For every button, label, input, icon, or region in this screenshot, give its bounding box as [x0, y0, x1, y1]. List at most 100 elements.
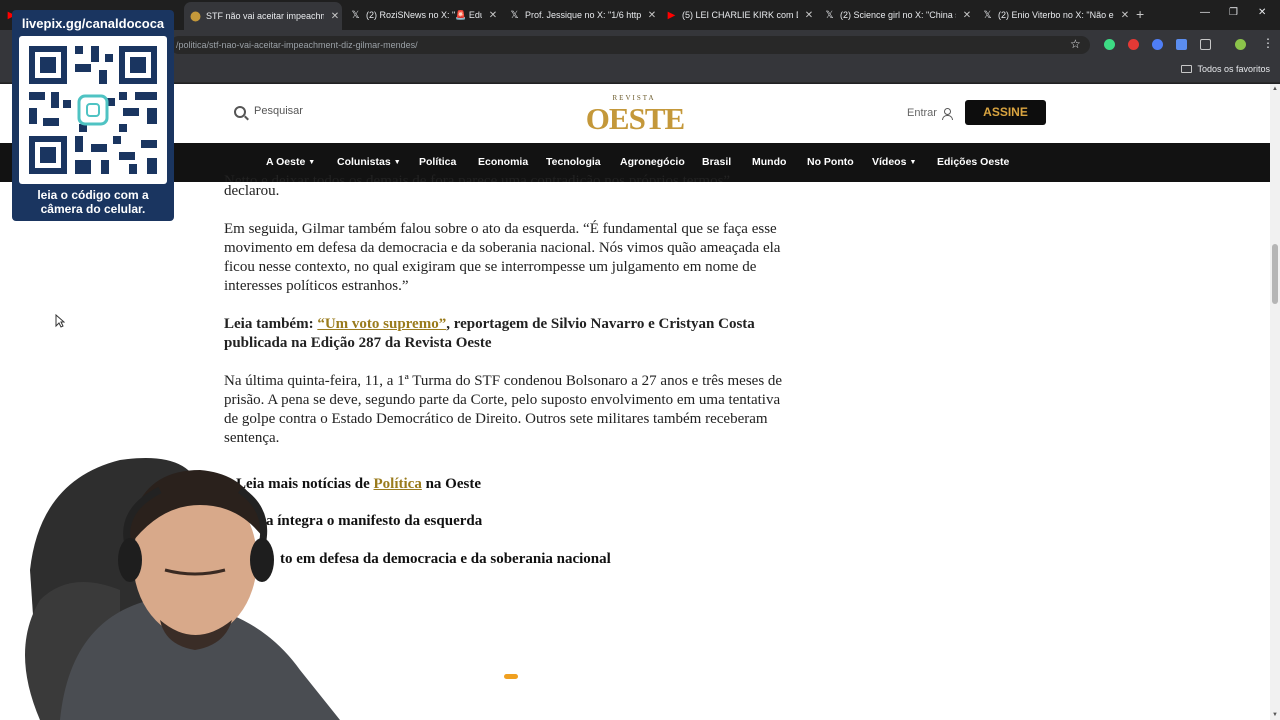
- livepix-qr-overlay: livepix.gg/canaldococa leia o código com…: [12, 10, 174, 221]
- tab-science-girl[interactable]: 𝕏 (2) Science girl no X: "China su ✕: [818, 4, 974, 26]
- nav-a-oeste[interactable]: A Oeste ▼: [266, 156, 315, 168]
- logo-oeste: OESTE: [585, 101, 685, 136]
- nav-label: Edições Oeste: [937, 156, 1010, 168]
- qr-caption-line: câmera do celular.: [40, 202, 146, 216]
- bookmarks-bar: Todos os favoritos: [0, 58, 1280, 83]
- nav-label: A Oeste: [266, 156, 306, 168]
- url-field[interactable]: /politica/stf-nao-vai-aceitar-impeachmen…: [170, 36, 1090, 54]
- search-icon[interactable]: [234, 106, 246, 118]
- close-window-icon[interactable]: ✕: [1258, 7, 1266, 18]
- read-also-label: Leia também:: [224, 316, 314, 332]
- loading-indicator: [504, 674, 518, 679]
- tab-title: Prof. Jessique no X: "1/6 https:/: [525, 10, 641, 20]
- nav-agronegocio[interactable]: Agronegócio: [620, 156, 685, 168]
- user-icon: [941, 108, 953, 120]
- login-label: Entrar: [907, 107, 937, 119]
- qr-code-icon: [29, 46, 157, 174]
- login-link[interactable]: Entrar: [907, 107, 953, 120]
- close-tab-icon[interactable]: ✕: [1118, 10, 1132, 21]
- extension-green-icon[interactable]: [1104, 39, 1115, 50]
- page-scrollbar[interactable]: ▲ ▼: [1270, 84, 1280, 720]
- nav-label: Mundo: [752, 156, 787, 168]
- nav-edicoes-oeste[interactable]: Edições Oeste: [937, 156, 1009, 168]
- translate-icon[interactable]: [1176, 39, 1187, 50]
- scroll-up-icon[interactable]: ▲: [1272, 86, 1278, 92]
- new-tab-icon[interactable]: +: [1136, 6, 1144, 22]
- nav-colunistas[interactable]: Colunistas ▼: [337, 156, 401, 168]
- restore-icon[interactable]: ❐: [1229, 7, 1238, 18]
- all-bookmarks-button[interactable]: Todos os favoritos: [1181, 64, 1270, 74]
- tab-lei-charlie-kirk[interactable]: ▶ (5) LEI CHARLIE KIRK com DAN ✕: [660, 4, 816, 26]
- tab-title: STF não vai aceitar impeachme: [206, 11, 324, 21]
- more-news-link[interactable]: Política: [374, 476, 422, 492]
- mouse-cursor-icon: [55, 314, 65, 328]
- read-also-link[interactable]: “Um voto supremo”: [317, 316, 446, 332]
- nav-no-ponto[interactable]: No Ponto: [807, 156, 854, 168]
- article-cut-line: Netto e deixar todos os demais de fora p…: [224, 173, 734, 182]
- qr-caption: leia o código com a câmera do celular.: [12, 188, 174, 216]
- chevron-down-icon: ▼: [308, 159, 316, 166]
- profile-avatar-icon[interactable]: [1235, 39, 1246, 50]
- nav-label: Agronegócio: [620, 156, 685, 168]
- nav-label: Tecnologia: [546, 156, 601, 168]
- browser-tab-bar: ▶ STF não vai aceitar impeachme ✕ 𝕏 (2) …: [0, 0, 1280, 30]
- nav-label: Colunistas: [337, 156, 391, 168]
- tab-title: (2) Science girl no X: "China su: [840, 10, 956, 20]
- x-icon: 𝕏: [510, 9, 519, 21]
- close-tab-icon[interactable]: ✕: [645, 10, 659, 21]
- qr-caption-line: leia o código com a: [37, 188, 149, 202]
- extensions-puzzle-icon[interactable]: [1200, 39, 1211, 50]
- site-logo[interactable]: REVISTA OESTE: [584, 94, 686, 136]
- article-body: declarou. Em seguida, Gilmar também falo…: [224, 182, 794, 467]
- close-tab-icon[interactable]: ✕: [328, 11, 342, 22]
- nav-tecnologia[interactable]: Tecnologia: [546, 156, 601, 168]
- minimize-icon[interactable]: —: [1200, 7, 1210, 18]
- webcam-overlay: [25, 458, 340, 720]
- nav-economia[interactable]: Economia: [478, 156, 528, 168]
- search-button-label[interactable]: Pesquisar: [254, 105, 303, 117]
- nav-label: Economia: [478, 156, 529, 168]
- chevron-down-icon: ▼: [909, 159, 917, 166]
- nav-label: Vídeos: [872, 156, 907, 168]
- site-header: Pesquisar REVISTA OESTE Entrar ASSINE: [0, 84, 1270, 143]
- scroll-down-icon[interactable]: ▼: [1272, 712, 1278, 718]
- subscribe-button[interactable]: ASSINE: [965, 100, 1046, 125]
- article-paragraph: declarou.: [224, 183, 280, 199]
- close-tab-icon[interactable]: ✕: [802, 10, 816, 21]
- tab-title: (2) RoziSNews no X: "🚨 Eduar: [366, 9, 482, 20]
- more-news-suffix: na Oeste: [425, 476, 481, 492]
- scroll-thumb[interactable]: [1272, 244, 1278, 304]
- nav-politica[interactable]: Política: [419, 156, 456, 168]
- qr-title: livepix.gg/canaldococa: [21, 16, 165, 31]
- headphone-right: [250, 538, 274, 582]
- close-tab-icon[interactable]: ✕: [486, 10, 500, 21]
- read-also-paragraph: Leia também: “Um voto supremo”, reportag…: [224, 315, 794, 353]
- address-bar-row: /politica/stf-nao-vai-aceitar-impeachmen…: [0, 30, 1280, 58]
- nav-label: Brasil: [702, 156, 732, 168]
- nav-label: Política: [419, 156, 457, 168]
- article-paragraph: Em seguida, Gilmar também falou sobre o …: [224, 221, 781, 294]
- browser-menu-icon[interactable]: ⋮: [1262, 36, 1274, 50]
- tab-title: (5) LEI CHARLIE KIRK com DAN: [682, 10, 798, 20]
- bookmark-star-icon[interactable]: ☆: [1070, 37, 1081, 51]
- oeste-icon: [190, 11, 201, 22]
- x-icon: 𝕏: [351, 9, 360, 21]
- close-tab-icon[interactable]: ✕: [960, 10, 974, 21]
- youtube-icon: ▶: [667, 9, 676, 21]
- nav-mundo[interactable]: Mundo: [752, 156, 786, 168]
- tab-rozisnews[interactable]: 𝕏 (2) RoziSNews no X: "🚨 Eduar ✕: [344, 4, 500, 26]
- nav-brasil[interactable]: Brasil: [702, 156, 731, 168]
- extension-red-icon[interactable]: [1128, 39, 1139, 50]
- tab-active-oeste[interactable]: STF não vai aceitar impeachme ✕: [184, 2, 342, 30]
- x-icon: 𝕏: [825, 9, 834, 21]
- folder-icon: [1181, 65, 1193, 73]
- extension-audio-icon[interactable]: [1152, 39, 1163, 50]
- qr-code: [19, 36, 167, 184]
- nav-videos[interactable]: Vídeos ▼: [872, 156, 916, 168]
- headphone-left: [118, 538, 142, 582]
- nav-label: No Ponto: [807, 156, 854, 168]
- tab-title: (2) Enio Viterbo no X: "Não esq: [998, 10, 1114, 20]
- tab-enio-viterbo[interactable]: 𝕏 (2) Enio Viterbo no X: "Não esq ✕: [976, 4, 1132, 26]
- chevron-down-icon: ▼: [393, 159, 401, 166]
- tab-prof-jessique[interactable]: 𝕏 Prof. Jessique no X: "1/6 https:/ ✕: [503, 4, 659, 26]
